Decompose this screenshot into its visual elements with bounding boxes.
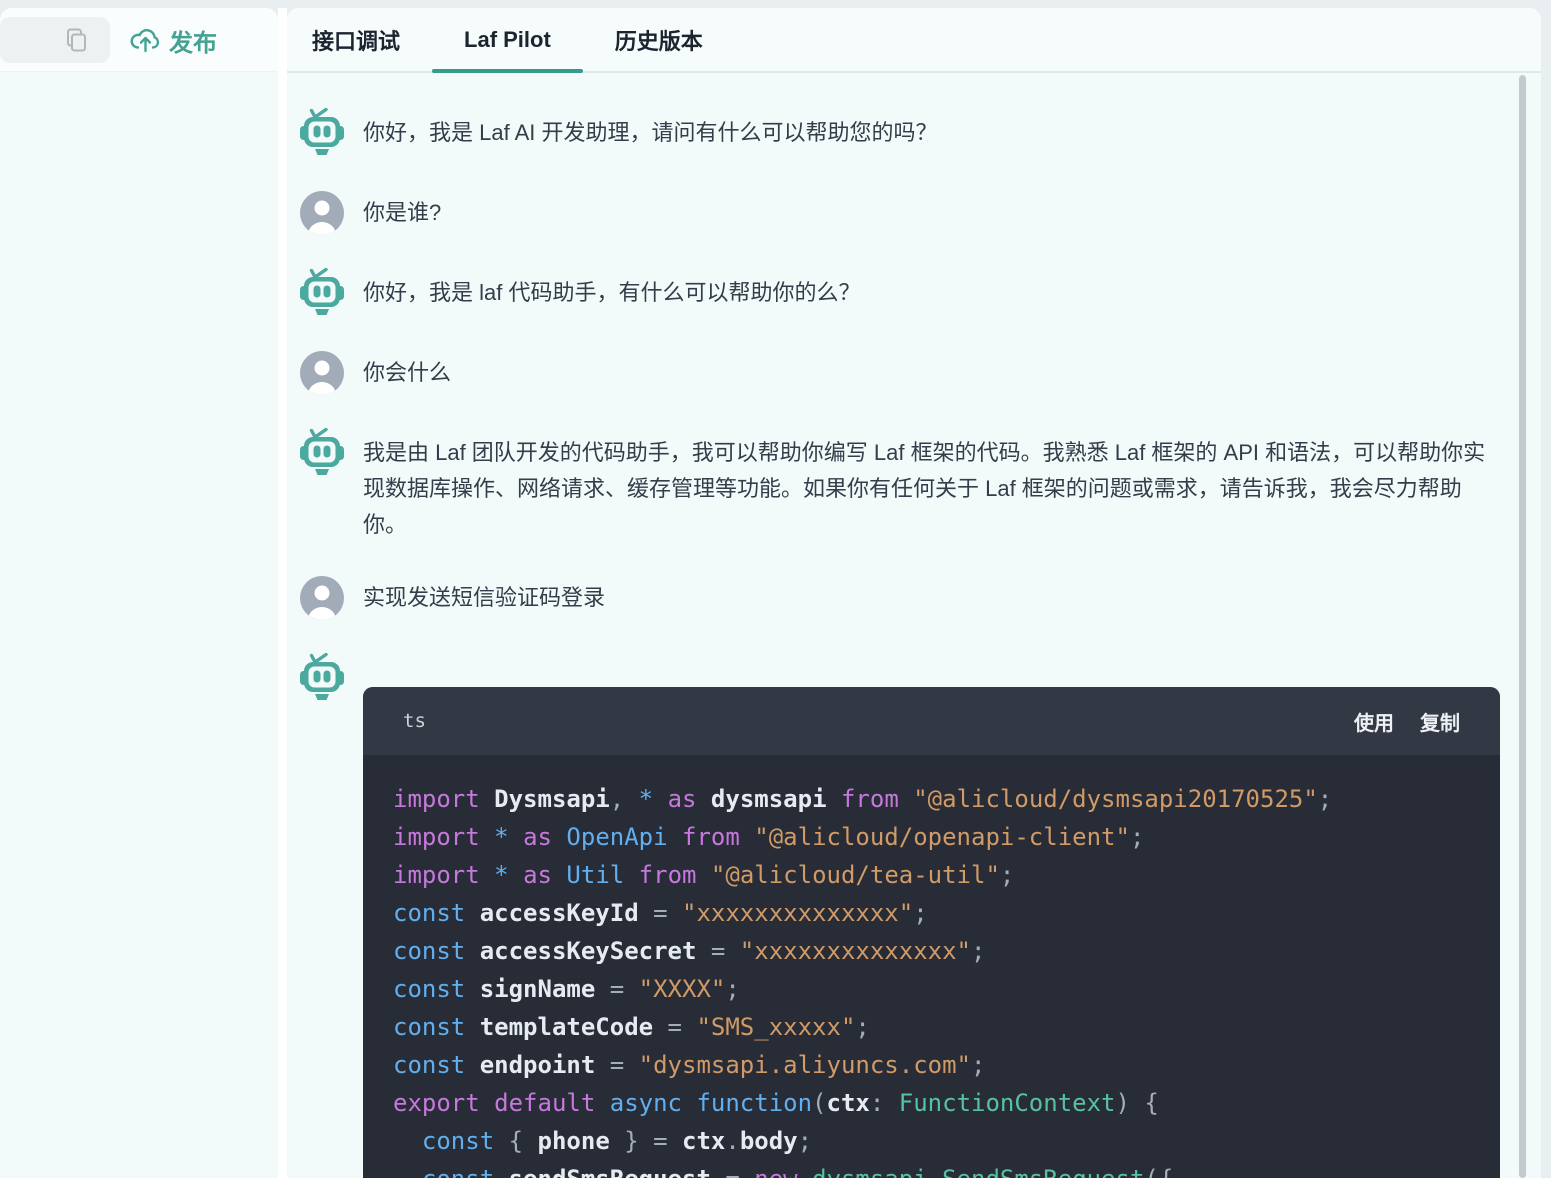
- tab-bar: 接口调试 Laf Pilot 历史版本: [287, 8, 1541, 73]
- tab-laf-pilot[interactable]: Laf Pilot: [462, 8, 553, 71]
- bot-avatar-icon: [300, 108, 344, 158]
- message-text: 我是由 Laf 团队开发的代码助手，我可以帮助你编写 Laf 框架的代码。我熟悉…: [363, 435, 1503, 543]
- code-content: import Dysmsapi, * as dysmsapi from "@al…: [363, 755, 1500, 1178]
- tab-api-debug[interactable]: 接口调试: [310, 8, 402, 71]
- chat-message-list: 你好，我是 Laf AI 开发助理，请问有什么可以帮助您的吗？ 你是谁? 你好，…: [287, 75, 1541, 1178]
- publish-button[interactable]: 发布: [128, 17, 217, 63]
- panel-divider: [278, 8, 287, 1178]
- bot-avatar-icon: [300, 268, 344, 318]
- bot-avatar-icon: [300, 653, 344, 703]
- code-actions: 使用 复制: [1354, 707, 1460, 736]
- left-panel: 发布: [0, 8, 278, 1178]
- chat-message-row: 你会什么: [300, 348, 1503, 398]
- editor-actions-pill: [0, 17, 110, 63]
- code-language-label: ts: [403, 710, 426, 732]
- chat-message-row: 实现发送短信验证码登录: [300, 573, 1503, 623]
- copy-code-button[interactable]: 复制: [1420, 707, 1460, 736]
- tab-history-versions[interactable]: 历史版本: [613, 8, 705, 71]
- chat-message-row: 你是谁?: [300, 188, 1503, 238]
- left-toolbar: 发布: [0, 8, 278, 72]
- cloud-upload-icon: [128, 26, 160, 54]
- message-text: 实现发送短信验证码登录: [363, 580, 605, 616]
- code-block-card: ts 使用 复制 import Dysmsapi, * as dysmsapi …: [363, 687, 1500, 1178]
- chat-panel: 接口调试 Laf Pilot 历史版本 你好，我是 Laf AI 开发助理，请问…: [287, 8, 1541, 1178]
- copy-icon[interactable]: [64, 27, 88, 53]
- chat-message-row: 你好，我是 Laf AI 开发助理，请问有什么可以帮助您的吗？: [300, 108, 1503, 158]
- use-code-button[interactable]: 使用: [1354, 707, 1394, 736]
- bot-avatar-icon: [300, 428, 344, 478]
- code-block-header: ts 使用 复制: [363, 687, 1500, 755]
- user-avatar-icon: [300, 573, 344, 623]
- vertical-scrollbar[interactable]: [1519, 75, 1526, 1178]
- message-text: 你好，我是 Laf AI 开发助理，请问有什么可以帮助您的吗？: [363, 115, 938, 151]
- message-text: 你好，我是 laf 代码助手，有什么可以帮助你的么？: [363, 275, 860, 311]
- message-text: 你是谁?: [363, 195, 441, 231]
- chat-message-row: 你好，我是 laf 代码助手，有什么可以帮助你的么？: [300, 268, 1503, 318]
- publish-label: 发布: [169, 23, 217, 58]
- message-text: 你会什么: [363, 355, 451, 391]
- user-avatar-icon: [300, 348, 344, 398]
- chat-message-row: 我是由 Laf 团队开发的代码助手，我可以帮助你编写 Laf 框架的代码。我熟悉…: [300, 428, 1503, 543]
- chat-message-row: ts 使用 复制 import Dysmsapi, * as dysmsapi …: [300, 653, 1503, 1178]
- user-avatar-icon: [300, 188, 344, 238]
